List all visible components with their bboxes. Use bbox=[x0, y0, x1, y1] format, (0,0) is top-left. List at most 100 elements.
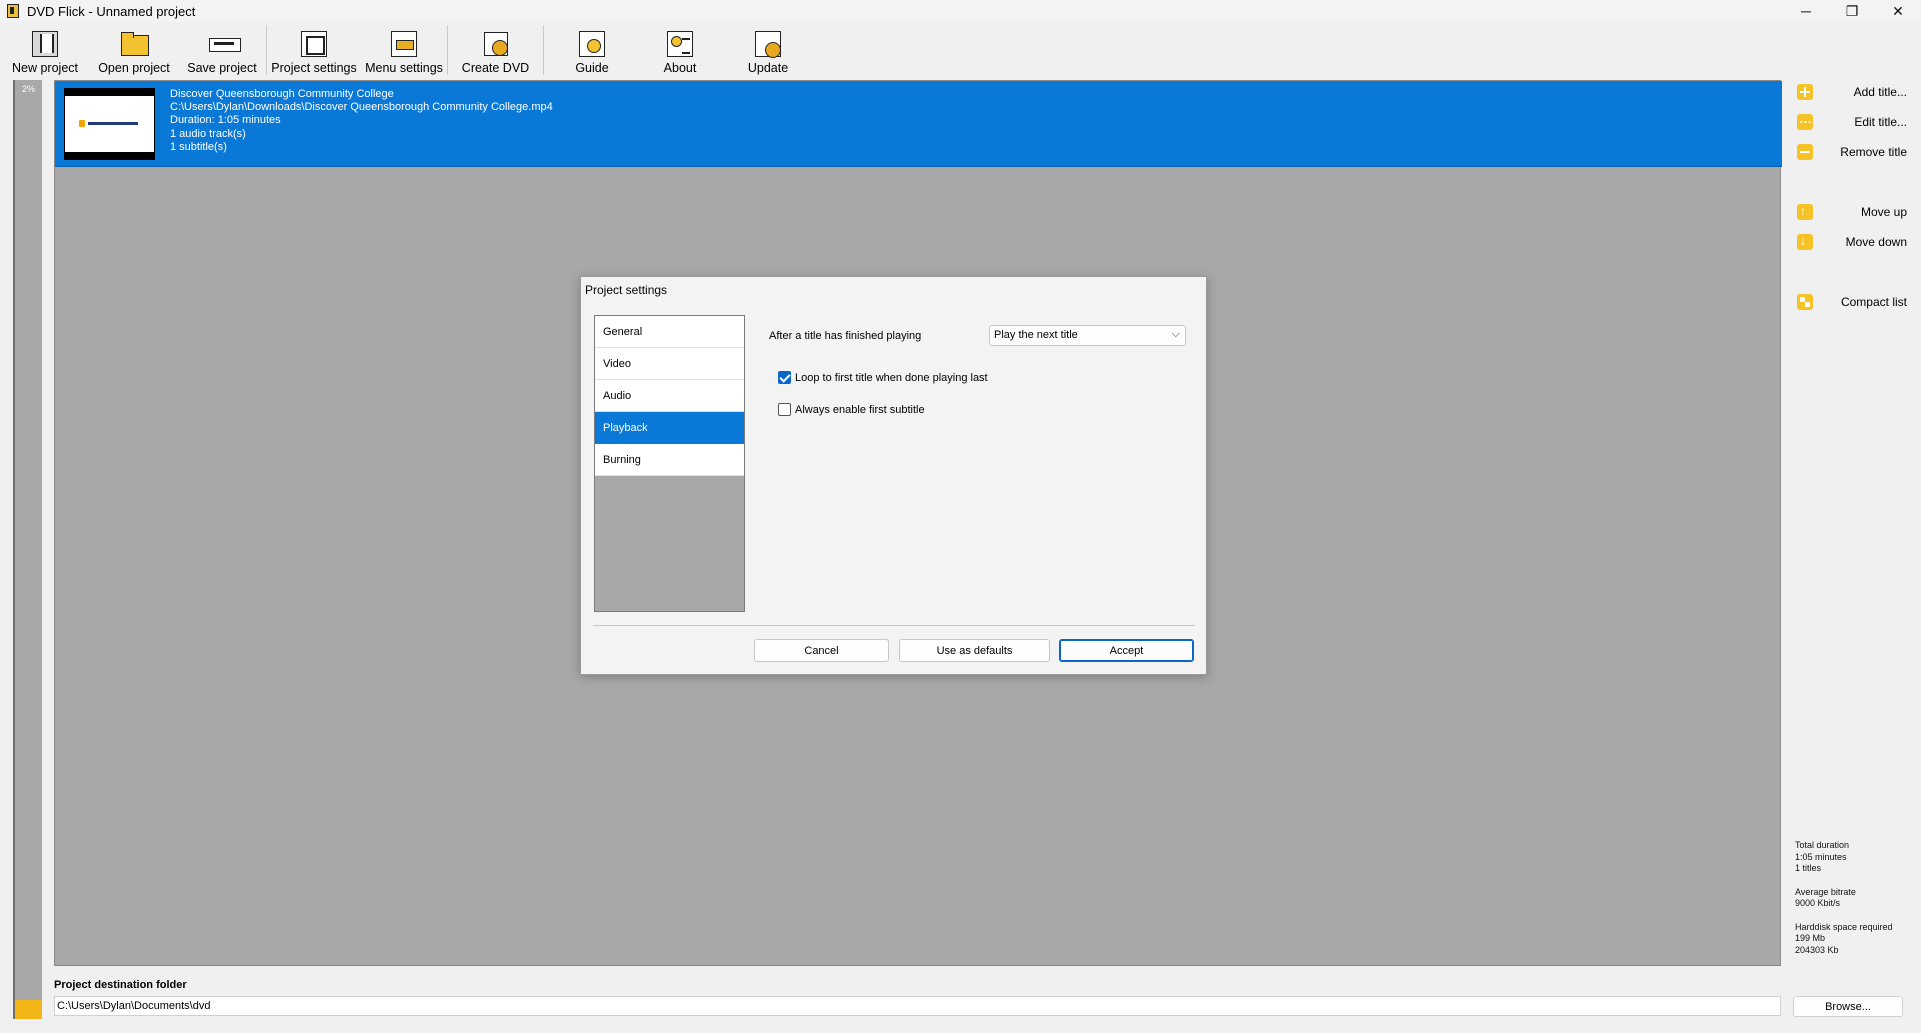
arrow-down-icon bbox=[1797, 234, 1813, 250]
new-project-icon bbox=[32, 31, 58, 57]
after-title-select[interactable]: Play the next title ⌵ bbox=[989, 325, 1186, 346]
about-label: About bbox=[663, 61, 697, 75]
window-title: DVD Flick - Unnamed project bbox=[27, 3, 196, 19]
loop-checkbox[interactable] bbox=[778, 371, 791, 384]
update-label: Update bbox=[747, 61, 789, 75]
update-icon bbox=[755, 31, 781, 58]
compact-list-icon bbox=[1797, 294, 1813, 310]
project-settings-dialog: Project settings General Video Audio Pla… bbox=[580, 276, 1207, 675]
destination-label: Project destination folder bbox=[54, 979, 187, 991]
guide-icon bbox=[579, 31, 605, 57]
edit-icon bbox=[1797, 111, 1813, 130]
title-audio: 1 audio track(s) bbox=[170, 127, 246, 140]
minimize-button[interactable]: ─ bbox=[1783, 0, 1829, 22]
after-title-value: Play the next title bbox=[994, 329, 1078, 341]
new-project-button[interactable]: New project bbox=[0, 22, 90, 78]
menu-icon bbox=[391, 31, 417, 57]
new-project-label: New project bbox=[12, 61, 78, 75]
nav-item-burning[interactable]: Burning bbox=[595, 444, 744, 476]
subtitle-checkbox[interactable] bbox=[778, 403, 791, 416]
harddisk-mb: 199 Mb bbox=[1795, 933, 1826, 943]
harddisk-kb: 204303 Kb bbox=[1795, 944, 1839, 955]
move-down-label: Move down bbox=[1845, 235, 1907, 249]
save-icon bbox=[209, 31, 241, 57]
add-title-button[interactable]: Add title... bbox=[1797, 82, 1907, 102]
compact-list-label: Compact list bbox=[1840, 295, 1907, 309]
loop-checkbox-row[interactable]: Loop to first title when done playing la… bbox=[778, 371, 988, 384]
settings-icon bbox=[301, 31, 327, 57]
chevron-down-icon: ⌵ bbox=[1171, 328, 1180, 340]
toolbar: New project Open project Save project Pr… bbox=[0, 22, 1921, 78]
subtitle-checkbox-row[interactable]: Always enable first subtitle bbox=[778, 403, 925, 416]
edit-title-label: Edit title... bbox=[1854, 115, 1907, 129]
harddisk-label: Harddisk space required bbox=[1795, 921, 1893, 932]
minus-icon bbox=[1797, 144, 1813, 160]
title-bar: DVD Flick - Unnamed project ─ ❐ ✕ bbox=[0, 0, 1921, 22]
save-project-label: Save project bbox=[187, 61, 257, 75]
settings-nav: General Video Audio Playback Burning bbox=[594, 315, 745, 612]
close-button[interactable]: ✕ bbox=[1875, 0, 1921, 22]
nav-item-playback[interactable]: Playback bbox=[595, 412, 744, 444]
open-project-label: Open project bbox=[98, 61, 170, 75]
project-stats: Total duration 1:05 minutes 1 titles Ave… bbox=[1795, 840, 1915, 968]
thumbnail-frame bbox=[65, 96, 154, 152]
project-settings-label: Project settings bbox=[271, 61, 357, 75]
guide-label: Guide bbox=[575, 61, 609, 75]
compact-list-button[interactable]: Compact list bbox=[1797, 292, 1907, 312]
edit-title-button[interactable]: Edit title... bbox=[1797, 111, 1907, 132]
progress-percent: 2% bbox=[21, 84, 35, 94]
nav-item-general[interactable]: General bbox=[595, 316, 744, 348]
title-info: Discover Queensborough Community College… bbox=[170, 88, 553, 154]
loop-checkbox-label: Loop to first title when done playing la… bbox=[795, 371, 988, 384]
window-controls: ─ ❐ ✕ bbox=[1783, 0, 1921, 22]
arrow-up-icon bbox=[1797, 204, 1813, 220]
create-dvd-button[interactable]: Create DVD bbox=[448, 22, 543, 78]
title-name: Discover Queensborough Community College bbox=[170, 88, 394, 100]
dialog-title: Project settings bbox=[585, 283, 668, 297]
destination-path-input[interactable]: C:\Users\Dylan\Documents\dvd bbox=[54, 996, 1781, 1016]
progress-strip: 2% bbox=[13, 80, 42, 1019]
browse-button[interactable]: Browse... bbox=[1793, 996, 1903, 1017]
subtitle-checkbox-label: Always enable first subtitle bbox=[795, 403, 925, 416]
plus-icon bbox=[1797, 84, 1813, 100]
add-title-label: Add title... bbox=[1853, 85, 1907, 99]
app-icon bbox=[7, 4, 19, 18]
save-project-button[interactable]: Save project bbox=[178, 22, 266, 78]
nav-item-audio[interactable]: Audio bbox=[595, 380, 744, 412]
open-project-button[interactable]: Open project bbox=[90, 22, 178, 78]
about-icon bbox=[667, 31, 693, 57]
remove-title-label: Remove title bbox=[1840, 145, 1907, 159]
title-thumbnail bbox=[64, 88, 155, 160]
accept-button[interactable]: Accept bbox=[1059, 639, 1194, 662]
project-settings-button[interactable]: Project settings bbox=[267, 22, 361, 78]
remove-title-button[interactable]: Remove title bbox=[1797, 142, 1907, 162]
avg-bitrate-value: 9000 Kbit/s bbox=[1795, 898, 1841, 908]
college-logo-icon bbox=[79, 120, 141, 127]
dvd-icon bbox=[483, 31, 509, 57]
titles-count: 1 titles bbox=[1795, 863, 1822, 873]
nav-item-video[interactable]: Video bbox=[595, 348, 744, 380]
menu-settings-button[interactable]: Menu settings bbox=[361, 22, 447, 78]
avg-bitrate-label: Average bitrate bbox=[1795, 886, 1856, 897]
create-dvd-label: Create DVD bbox=[461, 61, 530, 75]
title-path: C:\Users\Dylan\Downloads\Discover Queens… bbox=[170, 101, 553, 114]
total-duration-label: Total duration bbox=[1795, 840, 1850, 850]
total-duration-value: 1:05 minutes bbox=[1795, 851, 1847, 862]
title-duration: Duration: 1:05 minutes bbox=[170, 114, 281, 127]
move-up-button[interactable]: Move up bbox=[1797, 202, 1907, 222]
after-title-label: After a title has finished playing bbox=[769, 330, 922, 342]
use-defaults-button[interactable]: Use as defaults bbox=[899, 639, 1050, 662]
progress-fill bbox=[15, 1000, 42, 1019]
cancel-button[interactable]: Cancel bbox=[754, 639, 889, 662]
folder-icon bbox=[121, 31, 149, 57]
title-subtitles: 1 subtitle(s) bbox=[170, 140, 227, 153]
title-row[interactable]: Discover Queensborough Community College… bbox=[55, 81, 1782, 167]
update-button[interactable]: Update bbox=[720, 22, 816, 78]
menu-settings-label: Menu settings bbox=[365, 61, 443, 75]
dialog-divider bbox=[593, 625, 1195, 626]
restore-button[interactable]: ❐ bbox=[1829, 0, 1875, 22]
move-down-button[interactable]: Move down bbox=[1797, 232, 1907, 252]
guide-button[interactable]: Guide bbox=[544, 22, 640, 78]
move-up-label: Move up bbox=[1860, 205, 1907, 219]
about-button[interactable]: About bbox=[640, 22, 720, 78]
